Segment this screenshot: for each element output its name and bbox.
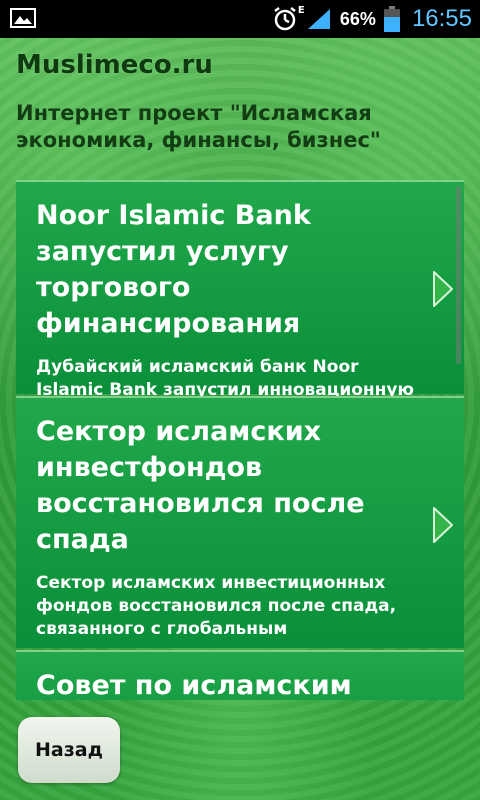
gallery-icon	[10, 8, 36, 28]
news-list[interactable]: Noor Islamic Bank запустил услугу торгов…	[16, 180, 464, 700]
app-subtitle: Интернет проект "Исламская экономика, фи…	[16, 101, 381, 152]
news-title: Noor Islamic Bank запустил услугу торгов…	[36, 200, 311, 339]
list-scrollbar[interactable]	[456, 186, 461, 364]
status-icons: E 66% 16:55	[272, 0, 472, 38]
news-title: Сектор исламских инвестфондов восстанови…	[36, 416, 365, 555]
network-type-label: E	[297, 5, 305, 16]
clock: 16:55	[411, 5, 472, 32]
news-item[interactable]: Совет по исламским	[16, 650, 464, 700]
battery-fill	[383, 17, 400, 32]
news-item[interactable]: Noor Islamic Bank запустил услугу торгов…	[16, 180, 464, 423]
status-bar: E 66% 16:55	[0, 0, 480, 38]
back-button[interactable]: Назад	[18, 717, 120, 783]
battery-percent: 66%	[339, 8, 376, 29]
battery-icon	[383, 6, 400, 32]
news-title: Совет по исламским	[36, 670, 352, 700]
chevron-right-icon	[432, 270, 454, 308]
alarm-icon	[272, 6, 298, 32]
app-title: Muslimeco.ru	[16, 50, 213, 80]
chevron-right-icon	[432, 506, 454, 544]
signal-icon: E	[298, 5, 332, 31]
news-description: Сектор исламских инвестиционных фондов в…	[36, 573, 397, 639]
news-item[interactable]: Сектор исламских инвестфондов восстанови…	[16, 396, 464, 648]
